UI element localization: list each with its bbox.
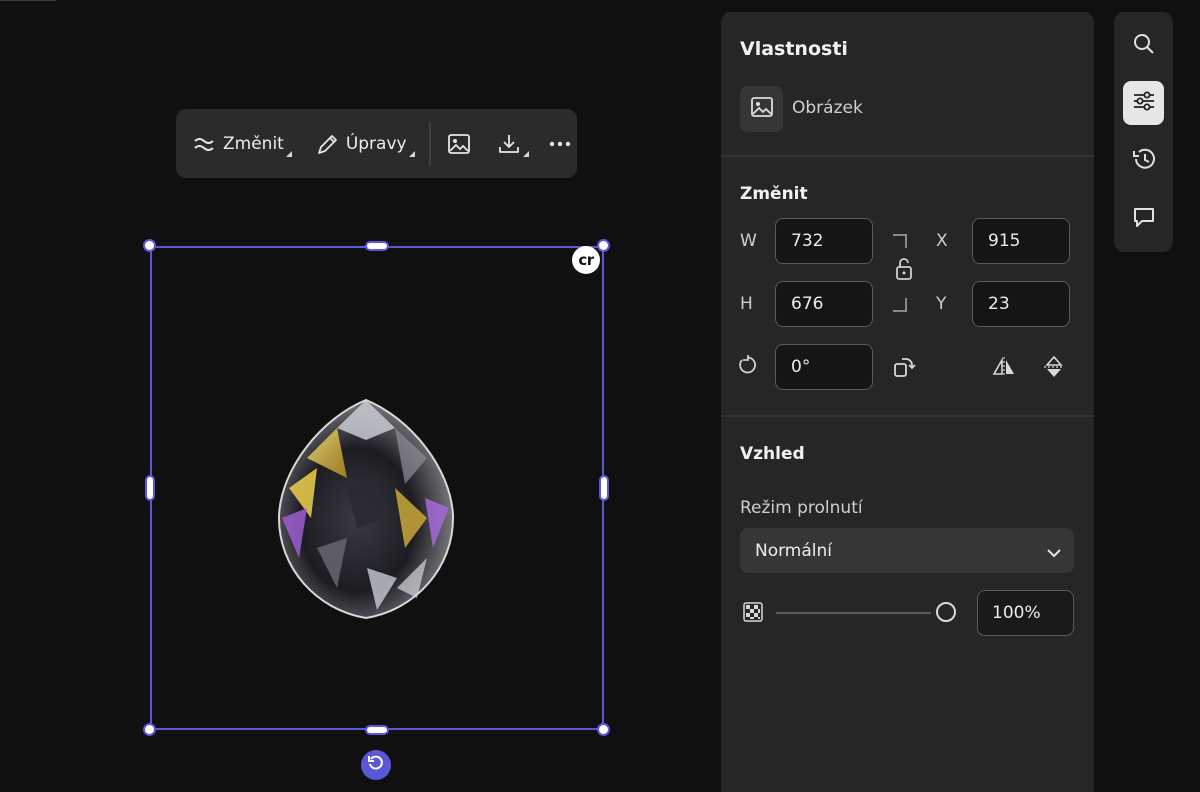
properties-panel: Vlastnosti Obrázek Změnit W 732 X 915 H … [721, 12, 1094, 792]
pencil-icon [316, 132, 338, 156]
blend-mode-dropdown[interactable]: Normální [740, 528, 1074, 573]
panel-title: Vlastnosti [740, 38, 848, 60]
resize-handle-top-left[interactable] [143, 239, 156, 252]
flip-horizontal-button[interactable] [991, 356, 1017, 382]
flip-vertical-icon [1042, 354, 1066, 384]
rotation-field[interactable]: 0° [775, 344, 873, 390]
image-icon [447, 133, 471, 155]
rotate-icon [737, 354, 759, 380]
width-field[interactable]: 732 [775, 218, 873, 264]
edits-button[interactable]: Úpravy [316, 122, 415, 166]
blend-mode-value: Normální [755, 540, 833, 561]
replace-image-button[interactable] [447, 122, 471, 166]
blend-mode-label: Režim prolnutí [740, 498, 863, 518]
change-label: Změnit [223, 133, 284, 154]
toolbar-divider [428, 121, 431, 166]
opacity-field[interactable]: 100% [977, 590, 1074, 636]
history-button[interactable] [1123, 139, 1164, 183]
content-credentials-badge[interactable]: cr [572, 246, 600, 274]
flip-vertical-button[interactable] [1041, 354, 1067, 384]
height-label: H [740, 294, 753, 314]
appearance-heading: Vzhled [740, 444, 805, 464]
resize-handle-left[interactable] [145, 475, 155, 501]
search-button[interactable] [1123, 24, 1164, 68]
resize-handle-right[interactable] [599, 475, 609, 501]
search-icon [1132, 32, 1156, 60]
edits-label: Úpravy [345, 133, 407, 154]
section-divider [721, 155, 1094, 157]
download-button[interactable] [497, 122, 529, 166]
opacity-slider-track[interactable] [776, 612, 931, 614]
properties-button[interactable] [1123, 81, 1164, 125]
change-button[interactable]: Změnit [193, 122, 292, 166]
download-icon [497, 132, 521, 156]
flip-horizontal-icon [991, 355, 1017, 383]
submenu-indicator-icon [285, 150, 292, 157]
more-icon [549, 141, 571, 147]
rotation-label [736, 355, 760, 379]
opacity-icon [743, 602, 763, 622]
width-label: W [740, 231, 757, 251]
section-divider [721, 415, 1094, 417]
resize-handle-bottom-right[interactable] [597, 723, 610, 736]
submenu-indicator-icon [522, 150, 529, 157]
rotate-90-icon [892, 355, 916, 383]
panel-rail [1114, 12, 1173, 252]
unlock-icon [894, 257, 914, 285]
rotate-handle[interactable] [361, 750, 391, 780]
x-field[interactable]: 915 [972, 218, 1070, 264]
height-field[interactable]: 676 [775, 281, 873, 327]
layer-thumbnail [740, 86, 783, 132]
image-icon [750, 96, 774, 122]
x-label: X [936, 231, 948, 251]
selection-border [150, 246, 604, 730]
rotate-icon [367, 754, 385, 776]
rotate-90-button[interactable] [891, 356, 917, 382]
more-options-button[interactable] [549, 122, 571, 166]
resize-handle-bottom-left[interactable] [143, 723, 156, 736]
submenu-indicator-icon [408, 150, 415, 157]
wave-icon [193, 135, 215, 153]
link-bracket-top [893, 234, 907, 248]
transform-heading: Změnit [740, 184, 808, 204]
contextual-toolbar: Změnit Úpravy [176, 109, 577, 178]
comment-icon [1132, 205, 1156, 233]
y-field[interactable]: 23 [972, 281, 1070, 327]
comments-button[interactable] [1123, 197, 1164, 241]
opacity-slider-thumb[interactable] [936, 602, 956, 622]
aspect-lock-button[interactable] [893, 258, 915, 284]
adjustments-icon [1132, 90, 1156, 116]
top-edge-line [0, 0, 56, 1]
history-icon [1131, 147, 1157, 175]
layer-type-label: Obrázek [792, 98, 863, 118]
selection-frame: cr [143, 239, 610, 736]
resize-handle-top-right[interactable] [597, 239, 610, 252]
chevron-down-icon [1047, 543, 1061, 563]
resize-handle-top[interactable] [365, 241, 389, 251]
link-bracket-bottom [893, 298, 907, 312]
resize-handle-bottom[interactable] [365, 725, 389, 735]
y-label: Y [936, 294, 947, 314]
